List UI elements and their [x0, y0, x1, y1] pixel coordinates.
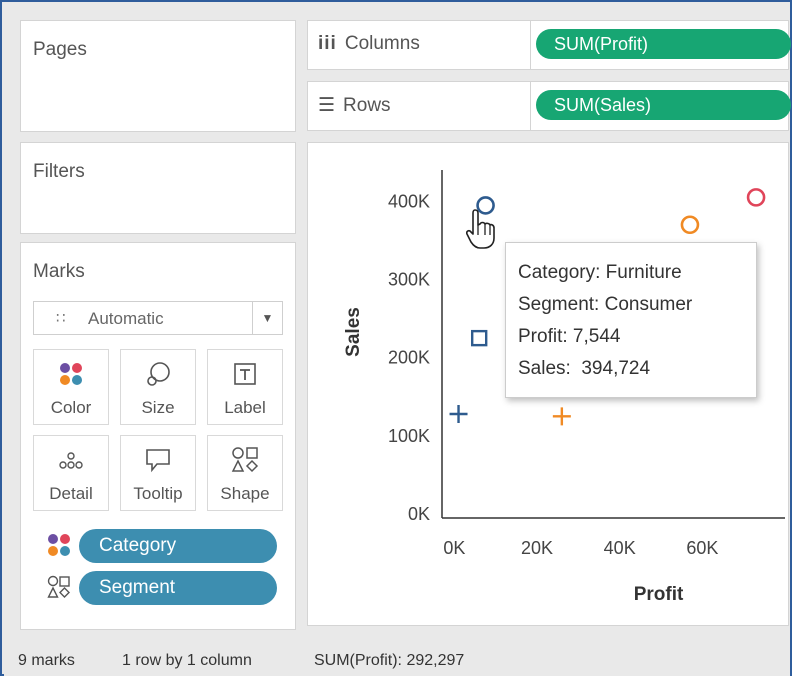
data-point-plus[interactable] [552, 407, 571, 426]
rows-shelf-label: ☰ Rows [318, 94, 391, 117]
size-label: Size [141, 398, 175, 417]
automatic-marks-icon: ∷ [56, 310, 66, 327]
marks-card: Marks ∷ Automatic ▼ Color Size Label Det… [20, 242, 296, 630]
rows-shelf[interactable]: ☰ Rows SUM(Sales) [307, 81, 791, 131]
marks-title: Marks [33, 261, 85, 282]
pages-title: Pages [33, 39, 87, 60]
filters-shelf[interactable]: Filters [20, 142, 296, 234]
mark-tooltip: Category: Furniture Segment: Consumer Pr… [505, 242, 757, 398]
y-tick-label: 200K [388, 348, 430, 368]
data-point-plus[interactable] [449, 404, 468, 423]
detail-label: Detail [49, 484, 93, 503]
hand-cursor-icon [466, 209, 495, 249]
y-tick-label: 100K [388, 426, 430, 446]
label-label: Label [224, 398, 266, 417]
y-tick-label: 300K [388, 269, 430, 289]
status-marks-count: 9 marks [18, 652, 75, 669]
data-point-square[interactable] [470, 329, 488, 347]
tooltip-label: Tooltip [133, 484, 183, 503]
shelf-divider [530, 21, 531, 69]
color-label: Color [50, 398, 92, 417]
label-icon [208, 360, 282, 388]
tooltip-category: Category: Furniture [518, 262, 682, 283]
x-tick-label: 20K [521, 538, 553, 558]
sum-profit-pill[interactable]: SUM(Profit) [536, 29, 791, 59]
sum-sales-pill[interactable]: SUM(Sales) [536, 90, 791, 120]
tooltip-sales: Sales: 394,724 [518, 358, 651, 379]
data-point-circle[interactable] [680, 215, 700, 235]
shape-button[interactable]: Shape [207, 435, 283, 511]
status-bar: 9 marks 1 row by 1 column SUM(Profit): 2… [4, 642, 790, 676]
y-axis-title: Sales [343, 307, 364, 357]
tooltip-button[interactable]: Tooltip [120, 435, 196, 511]
chevron-down-icon[interactable]: ▼ [252, 302, 282, 334]
label-button[interactable]: Label [207, 349, 283, 425]
color-button[interactable]: Color [33, 349, 109, 425]
tooltip-segment: Segment: Consumer [518, 294, 693, 315]
columns-shelf[interactable]: iii Columns SUM(Profit) [307, 20, 791, 70]
x-tick-label: 60K [686, 538, 718, 558]
columns-label-text: Columns [344, 33, 420, 54]
rows-label-text: Rows [343, 94, 391, 116]
y-tick-label: 0K [408, 504, 430, 524]
tooltip-profit: Profit: 7,544 [518, 326, 621, 347]
category-field-pill[interactable]: Category [79, 529, 277, 563]
x-axis-title: Profit [634, 584, 684, 605]
segment-field-pill[interactable]: Segment [79, 571, 277, 605]
detail-button[interactable]: Detail [33, 435, 109, 511]
tooltip-icon [121, 446, 195, 474]
columns-icon: iii [318, 33, 337, 54]
status-sum: SUM(Profit): 292,297 [314, 652, 465, 669]
filters-title: Filters [33, 161, 85, 182]
tableau-worksheet: Pages Filters Marks ∷ Automatic ▼ Color [0, 0, 792, 676]
status-layout: 1 row by 1 column [122, 652, 252, 669]
size-icon [121, 360, 195, 388]
shape-icon [208, 446, 282, 474]
mark-type-label: Automatic [88, 309, 164, 328]
rows-icon: ☰ [318, 95, 336, 116]
data-point-circle[interactable] [746, 188, 766, 207]
shelf-divider [530, 82, 531, 130]
pages-shelf[interactable]: Pages [20, 20, 296, 132]
size-button[interactable]: Size [120, 349, 196, 425]
shape-icon [47, 575, 71, 599]
y-tick-label: 400K [388, 191, 430, 211]
color-icon [34, 360, 108, 388]
x-tick-label: 0K [443, 538, 465, 558]
x-tick-label: 40K [604, 538, 636, 558]
detail-icon [34, 446, 108, 474]
columns-shelf-label: iii Columns [318, 33, 420, 55]
shape-label: Shape [220, 484, 270, 503]
mark-type-dropdown[interactable]: ∷ Automatic ▼ [33, 301, 283, 335]
color-icon [47, 533, 71, 557]
